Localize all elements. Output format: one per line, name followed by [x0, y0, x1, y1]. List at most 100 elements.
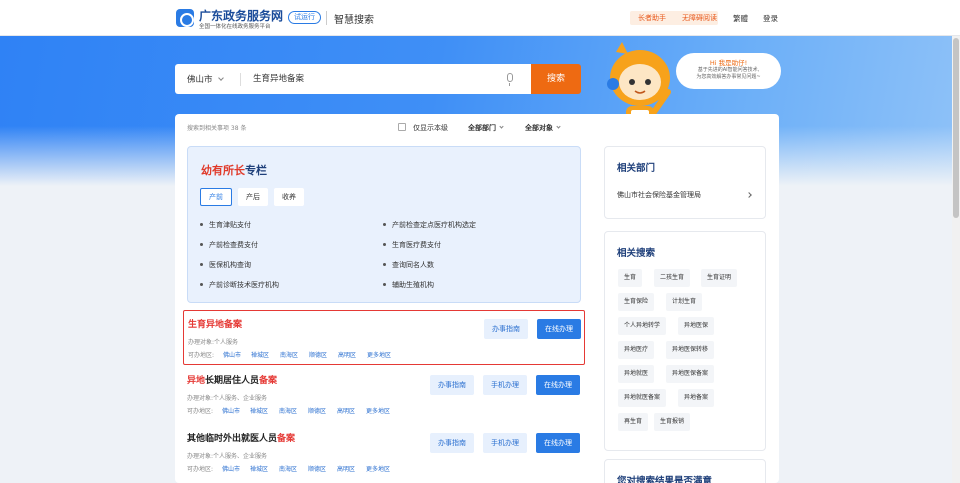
result-count: 搜索到相关事项 38 条 — [187, 125, 247, 132]
related-search-tag[interactable]: 计划生育 — [666, 293, 703, 311]
related-search-tag[interactable]: 异地就医备案 — [618, 389, 667, 407]
related-department-link[interactable]: 佛山市社会保险基金管理局 — [617, 190, 701, 200]
column-link[interactable]: 查询同名人数 — [383, 260, 434, 270]
region-link[interactable]: 禅城区 — [250, 464, 268, 473]
object-filter-label: 全部对象 — [525, 124, 553, 132]
accessible-reading-link[interactable]: 无障碍阅读 — [682, 13, 717, 23]
tab-adoption[interactable]: 收养 — [274, 188, 304, 206]
region-link[interactable]: 顺德区 — [308, 464, 326, 473]
city-selector[interactable]: 佛山市 — [187, 73, 224, 85]
column-link[interactable]: 医保机构查询 — [200, 260, 251, 270]
assistant-bubble[interactable]: Hi 我是助仔! 基于先进的AI智能问答技术, 为您高效解答办事常见问题~ — [676, 53, 781, 89]
result-title-text: 长期居住人员 — [205, 376, 260, 386]
feedback-title: 您对搜索结果是否满意 — [617, 476, 713, 483]
related-searches-title: 相关搜索 — [617, 248, 656, 259]
elder-mode-link[interactable]: 长者助手 — [638, 13, 666, 23]
related-search-tag[interactable]: 二孩生育 — [654, 269, 691, 287]
site-logo-icon[interactable] — [176, 9, 194, 27]
region-link[interactable]: 佛山市 — [222, 464, 240, 473]
online-apply-button[interactable]: 在线办理 — [536, 375, 580, 395]
page-scrollbar[interactable] — [952, 36, 960, 483]
related-search-tag[interactable]: 生育报销 — [654, 413, 691, 431]
online-apply-button[interactable]: 在线办理 — [537, 319, 581, 339]
region-link[interactable]: 佛山市 — [222, 406, 240, 415]
result-title-text: 其他临时外出就医人员 — [187, 434, 278, 444]
related-search-tag[interactable]: 异地医保备案 — [666, 365, 715, 383]
special-column-title: 幼有所长专栏 — [201, 162, 267, 178]
header-divider — [326, 11, 327, 25]
object-filter[interactable]: 全部对象 — [525, 123, 561, 133]
region-link[interactable]: 南海区 — [279, 406, 297, 415]
related-departments: 相关部门 佛山市社会保险基金管理局 — [604, 146, 766, 219]
chevron-down-icon — [217, 75, 224, 81]
microphone-icon[interactable] — [507, 73, 513, 86]
related-departments-title: 相关部门 — [617, 163, 656, 174]
region-link[interactable]: 佛山市 — [223, 350, 241, 359]
search-button[interactable]: 搜索 — [531, 64, 581, 94]
column-title-blue: 专栏 — [245, 164, 267, 177]
tab-postnatal[interactable]: 产后 — [238, 188, 268, 206]
region-link[interactable]: 禅城区 — [250, 406, 268, 415]
region-link[interactable]: 更多地区 — [366, 464, 390, 473]
related-search-tag[interactable]: 异地医疗 — [618, 341, 655, 359]
region-link[interactable]: 高明区 — [338, 350, 356, 359]
result-title-highlight: 生育异地备案 — [188, 320, 243, 330]
guide-button[interactable]: 办事指南 — [430, 433, 474, 453]
result-title-highlight: 备案 — [277, 434, 296, 444]
related-search-tag[interactable]: 异地医保 — [678, 317, 715, 335]
guide-button[interactable]: 办事指南 — [430, 375, 474, 395]
accessibility-tools: 长者助手 无障碍阅读 — [630, 11, 718, 25]
only-local-label[interactable]: 仅显示本级 — [413, 123, 448, 133]
column-link[interactable]: 辅助生殖机构 — [383, 280, 434, 290]
region-link[interactable]: 禅城区 — [251, 350, 269, 359]
column-link[interactable]: 产前检查费支付 — [200, 240, 258, 250]
mobile-apply-button[interactable]: 手机办理 — [483, 375, 527, 395]
related-search-tag[interactable]: 异地医保转移 — [666, 341, 715, 359]
related-search-tag[interactable]: 异地备案 — [678, 389, 715, 407]
beta-badge: 试运行 — [288, 11, 321, 24]
column-link[interactable]: 产前诊断技术医疗机构 — [200, 280, 279, 290]
related-search-tag[interactable]: 再生育 — [618, 413, 649, 431]
region-link[interactable]: 高明区 — [337, 464, 355, 473]
region-link[interactable]: 顺德区 — [309, 350, 327, 359]
related-search-tag[interactable]: 异地就医 — [618, 365, 655, 383]
result-regions-label: 可办地区: — [187, 408, 214, 415]
region-link[interactable]: 更多地区 — [367, 350, 391, 359]
assistant-desc-2: 为您高效解答办事常见问题~ — [696, 74, 761, 80]
online-apply-button[interactable]: 在线办理 — [536, 433, 580, 453]
login-link[interactable]: 登录 — [763, 13, 778, 24]
search-input[interactable] — [253, 73, 503, 83]
mobile-apply-button[interactable]: 手机办理 — [483, 433, 527, 453]
smart-search-title: 智慧搜索 — [334, 15, 374, 26]
column-link[interactable]: 产前检查定点医疗机构选定 — [383, 220, 476, 230]
result-item: 其他临时外出就医人员备案 办理对象:个人服务、企业服务 可办地区: 佛山市 禅城… — [183, 425, 585, 480]
search-divider — [240, 73, 241, 86]
tab-prenatal[interactable]: 产前 — [200, 188, 232, 206]
related-search-tag[interactable]: 生育 — [618, 269, 643, 287]
result-title[interactable]: 异地长期居住人员备案 — [187, 373, 277, 386]
chevron-down-icon — [556, 124, 561, 129]
region-link[interactable]: 南海区 — [279, 464, 297, 473]
region-link[interactable]: 高明区 — [337, 406, 355, 415]
result-title-highlight: 备案 — [259, 376, 278, 386]
related-search-tag[interactable]: 个人异地转学 — [618, 317, 667, 335]
result-title[interactable]: 生育异地备案 — [188, 317, 242, 330]
region-link[interactable]: 顺德区 — [308, 406, 326, 415]
result-target: 办理对象:个人服务、企业服务 — [187, 453, 268, 460]
column-link[interactable]: 生育津贴支付 — [200, 220, 251, 230]
region-link[interactable]: 更多地区 — [366, 406, 390, 415]
only-local-checkbox[interactable] — [398, 123, 406, 131]
result-regions-label: 可办地区: — [187, 466, 214, 473]
column-link[interactable]: 生育医疗费支付 — [383, 240, 441, 250]
department-filter[interactable]: 全部部门 — [468, 123, 504, 133]
related-search-tag[interactable]: 生育证明 — [701, 269, 738, 287]
related-search-tag[interactable]: 生育保险 — [618, 293, 655, 311]
guide-button[interactable]: 办事指南 — [484, 319, 528, 339]
city-label: 佛山市 — [187, 75, 213, 85]
traditional-chinese-link[interactable]: 繁體 — [733, 13, 748, 24]
chevron-right-icon — [746, 192, 752, 198]
result-title[interactable]: 其他临时外出就医人员备案 — [187, 431, 295, 444]
result-regions-label: 可办地区: — [188, 352, 215, 359]
region-link[interactable]: 南海区 — [280, 350, 298, 359]
top-bar: 广东政务服务网 全国一体化在线政务服务平台 试运行 智慧搜索 长者助手 无障碍阅… — [0, 0, 960, 36]
